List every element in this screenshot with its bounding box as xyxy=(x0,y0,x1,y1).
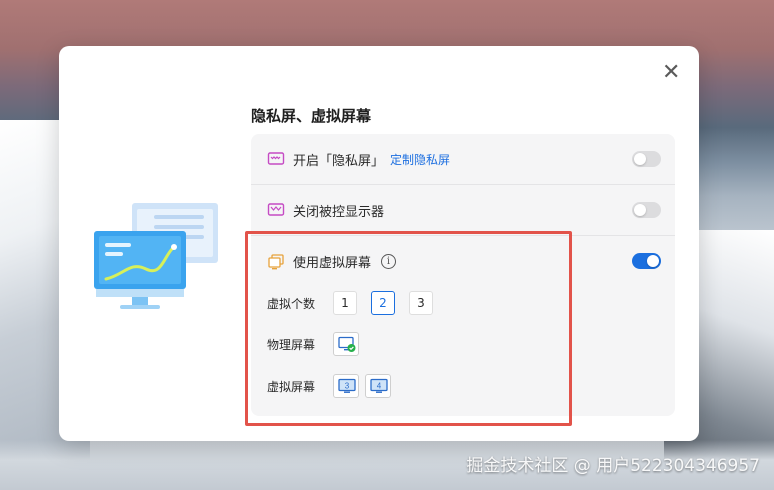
virtual-count-option-2[interactable]: 2 xyxy=(371,291,395,315)
section-title: 隐私屏、虚拟屏幕 xyxy=(251,107,372,125)
watermark: 掘金技术社区 @ 用户522304346957 xyxy=(466,456,760,476)
virtual-screen-4-button[interactable]: 4 xyxy=(365,374,391,398)
virtual-screen-4-icon: 4 xyxy=(370,378,388,393)
virtual-count-option-1[interactable]: 1 xyxy=(333,291,357,315)
virtual-screens-label: 虚拟屏幕 xyxy=(267,380,316,394)
physical-screen-button[interactable] xyxy=(333,332,359,356)
privacy-screen-row: 开启「隐私屏」 定制隐私屏 xyxy=(251,134,675,185)
virtual-screen-label: 使用虚拟屏幕 xyxy=(293,256,372,271)
virtual-screen-3-button[interactable]: 3 xyxy=(333,374,359,398)
close-button[interactable]: ✕ xyxy=(662,62,680,84)
virtual-screen-icon xyxy=(268,253,284,269)
privacy-screen-label: 开启「隐私屏」 xyxy=(293,153,385,169)
monitor-off-label: 关闭被控显示器 xyxy=(293,204,385,220)
monitor-off-row: 关闭被控显示器 xyxy=(251,185,675,236)
customize-privacy-screen-link[interactable]: 定制隐私屏 xyxy=(390,151,450,168)
privacy-screen-toggle[interactable] xyxy=(632,151,661,167)
settings-panel: 开启「隐私屏」 定制隐私屏 关闭被控显示器 使用虚拟屏幕 i 虚拟个数 1 2 xyxy=(251,134,675,416)
virtual-screen-3-number: 3 xyxy=(345,382,350,391)
virtual-screen-dialog: ✕ 隐私屏、虚拟屏幕 开启「隐私屏」 定制隐私屏 关闭被控显示器 使用虚拟屏幕 … xyxy=(59,46,699,441)
virtual-screen-3-icon: 3 xyxy=(338,378,356,393)
info-icon[interactable]: i xyxy=(381,254,397,269)
physical-screen-label: 物理屏幕 xyxy=(267,338,316,352)
virtual-screen-toggle[interactable] xyxy=(632,253,661,269)
virtual-count-option-3[interactable]: 3 xyxy=(409,291,433,315)
monitor-illustration xyxy=(94,203,218,309)
privacy-screen-icon xyxy=(267,152,285,165)
physical-screen-check-icon xyxy=(338,336,356,352)
monitor-off-toggle[interactable] xyxy=(632,202,661,218)
virtual-count-label: 虚拟个数 xyxy=(267,297,316,311)
virtual-screen-row: 使用虚拟屏幕 i xyxy=(251,236,675,287)
monitor-off-icon xyxy=(267,203,285,216)
virtual-screen-4-number: 4 xyxy=(377,382,382,391)
